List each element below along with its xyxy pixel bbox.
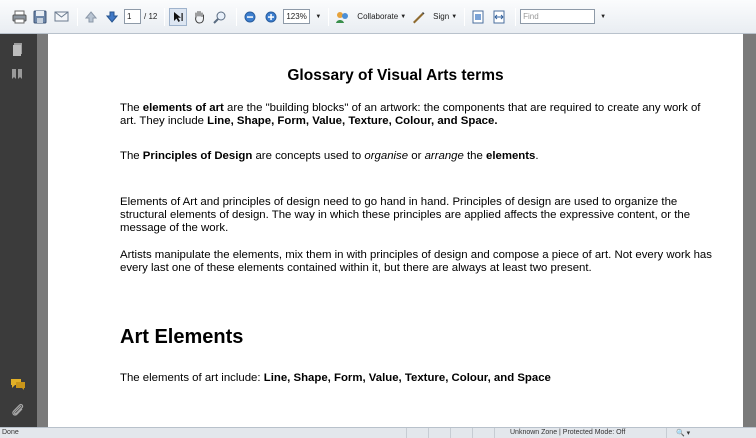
- status-bar: Done Unknown Zone | Protected Mode: Off …: [0, 427, 756, 438]
- toolbar-separator: [77, 7, 78, 26]
- collaborate-button[interactable]: Collaborate ▼: [357, 12, 406, 21]
- paragraph-elements-list: The elements of art include: Line, Shape…: [120, 372, 720, 385]
- collaborate-label: Collaborate: [357, 12, 399, 21]
- status-divider: [428, 428, 429, 438]
- toolbar-separator: [464, 7, 466, 26]
- find-input[interactable]: Find: [520, 9, 596, 24]
- marquee-zoom-icon[interactable]: [211, 8, 229, 26]
- chevron-down-icon: ▼: [315, 13, 322, 20]
- sign-label: Sign: [433, 12, 450, 21]
- zoom-level-input[interactable]: 123%: [283, 9, 311, 24]
- section-heading-art-elements: Art Elements: [120, 326, 244, 348]
- p2-segment: the: [463, 150, 486, 162]
- bookmarks-icon[interactable]: [10, 67, 26, 83]
- p1-segment: The: [120, 102, 143, 114]
- prev-page-icon[interactable]: [82, 8, 100, 26]
- sign-button[interactable]: Sign ▼: [433, 12, 457, 21]
- p2-segment: arrange: [424, 150, 464, 162]
- chevron-down-icon: ▼: [451, 13, 458, 20]
- fit-width-icon[interactable]: [490, 8, 508, 26]
- save-icon[interactable]: [31, 8, 49, 26]
- status-divider: [472, 428, 473, 438]
- document-title: Glossary of Visual Arts terms: [287, 67, 504, 84]
- zoom-dropdown-arrow[interactable]: ▼: [313, 14, 321, 20]
- status-divider: [666, 428, 667, 438]
- navigation-pane: [0, 34, 37, 427]
- select-tool-icon[interactable]: [169, 7, 188, 26]
- status-text: Done: [2, 429, 19, 436]
- p2-segment: or: [408, 150, 425, 162]
- paragraph-elements-and-principles: Elements of Art and principles of design…: [120, 196, 691, 234]
- status-divider: [406, 428, 407, 438]
- elements-list-bold: Line, Shape, Form, Value, Texture, Colou…: [263, 372, 551, 384]
- p2-segment: Principles of Design: [142, 150, 253, 162]
- security-zone-text: Unknown Zone | Protected Mode: Off: [510, 429, 626, 436]
- page-total-label: / 12: [144, 12, 158, 21]
- p1-segment: elements of art: [142, 102, 224, 114]
- toolbar-separator: [515, 7, 517, 26]
- printer-icon[interactable]: [10, 8, 28, 26]
- sign-icon[interactable]: [409, 8, 427, 26]
- toolbar-separator: [328, 7, 330, 26]
- pdf-page: Glossary of Visual Arts terms The elemen…: [48, 34, 743, 427]
- paragraph-principles-of-design: The Principles of Design are concepts us…: [120, 150, 720, 163]
- p2-segment: The: [120, 150, 143, 162]
- next-page-icon[interactable]: [103, 8, 121, 26]
- paragraph-elements-of-art: The elements of art are the "building bl…: [120, 102, 720, 128]
- status-divider: [494, 428, 495, 438]
- fit-page-icon[interactable]: [469, 8, 487, 26]
- collaborate-icon[interactable]: [333, 8, 351, 26]
- toolbar: 1 / 12 123% ▼ Collaborate ▼ Sign ▼ Find …: [0, 0, 756, 34]
- zoom-in-icon[interactable]: [262, 8, 280, 26]
- hand-tool-icon[interactable]: [190, 8, 208, 26]
- p2-segment: are concepts used to: [252, 150, 365, 162]
- pages-icon[interactable]: [10, 42, 26, 58]
- p2-segment: organise: [364, 150, 409, 162]
- comments-icon[interactable]: [10, 376, 26, 392]
- chevron-down-icon: ▼: [600, 13, 607, 20]
- toolbar-separator: [236, 7, 238, 26]
- zoom-out-icon[interactable]: [241, 8, 259, 26]
- document-viewport[interactable]: Glossary of Visual Arts terms The elemen…: [37, 34, 756, 427]
- elements-list-intro: The elements of art include:: [120, 372, 264, 384]
- paragraph-artists-manipulate: Artists manipulate the elements, mix the…: [120, 249, 712, 274]
- email-icon[interactable]: [52, 8, 70, 26]
- p2-segment: .: [535, 150, 539, 162]
- page-number-input[interactable]: 1: [124, 9, 141, 24]
- attachments-icon[interactable]: [10, 402, 26, 418]
- find-dropdown-arrow[interactable]: ▼: [598, 14, 606, 20]
- p2-segment: elements: [486, 150, 536, 162]
- p1-segment: Line, Shape, Form, Value, Texture, Colou…: [207, 115, 498, 127]
- status-divider: [450, 428, 451, 438]
- chevron-down-icon: ▼: [400, 13, 407, 20]
- toolbar-separator: [164, 7, 166, 26]
- status-zoom-control[interactable]: 🔍 ▾: [676, 429, 690, 437]
